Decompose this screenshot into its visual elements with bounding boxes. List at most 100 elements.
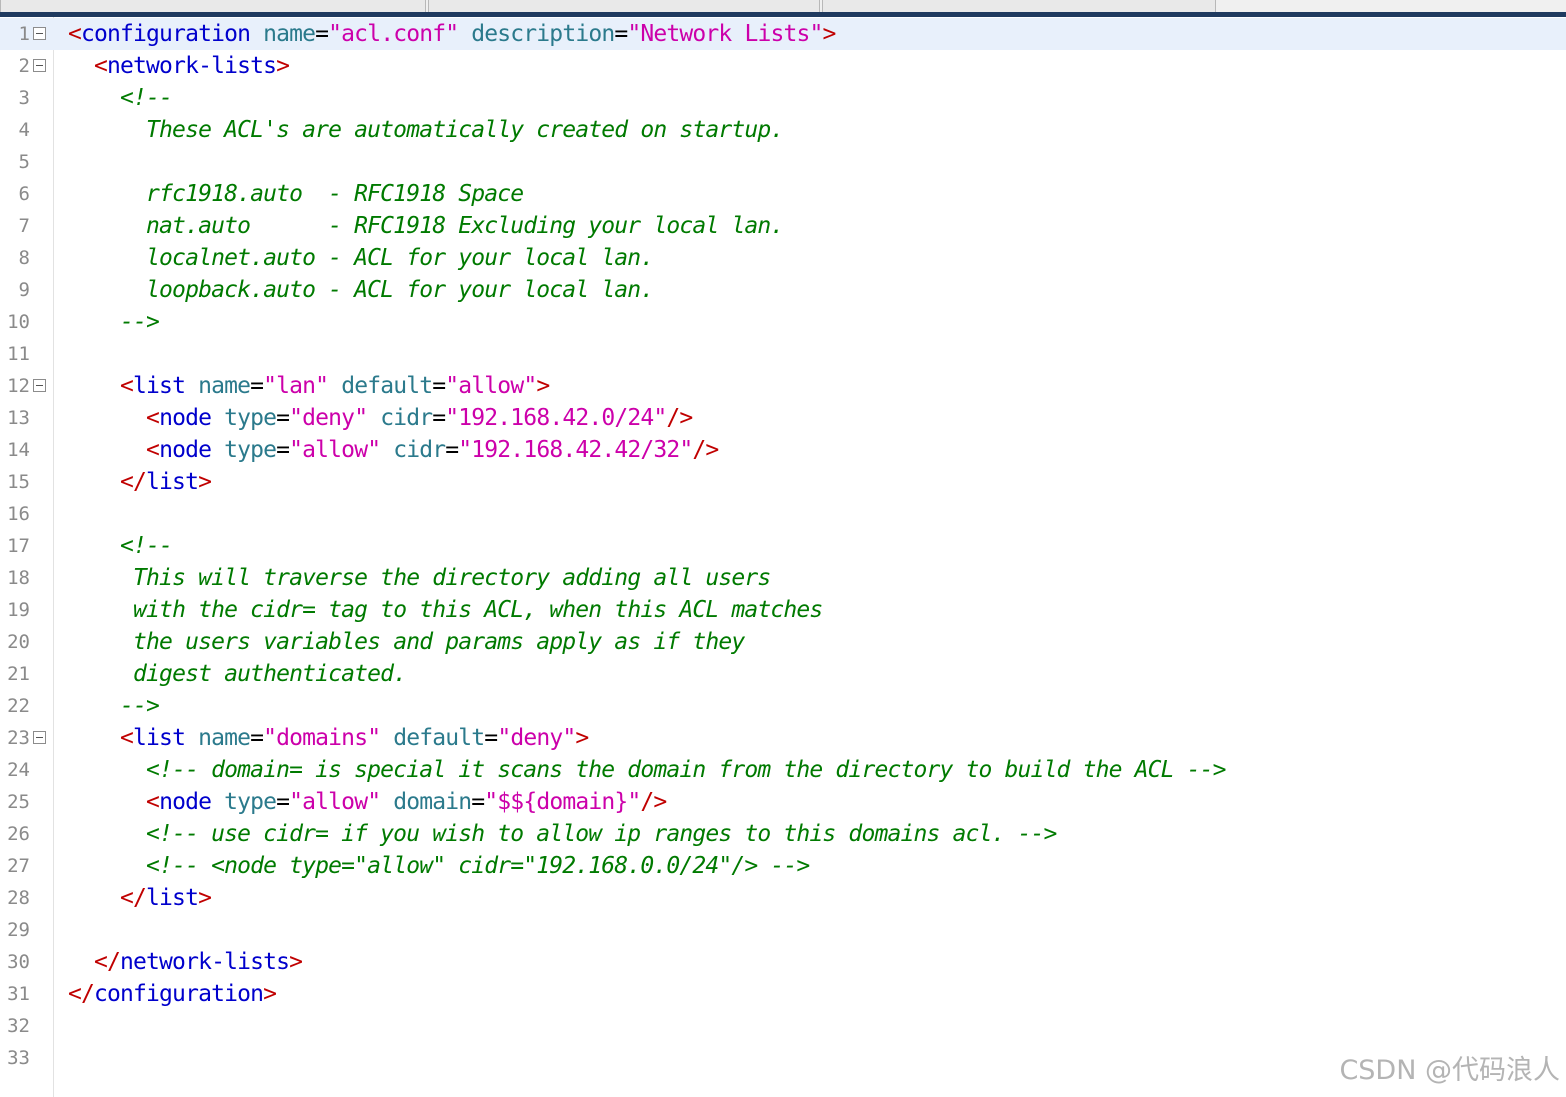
code-text: </network-lists> xyxy=(68,946,303,978)
editor-tab[interactable] xyxy=(822,0,1216,12)
attribute-value: "lan" xyxy=(263,373,329,399)
tag-bracket: < xyxy=(94,53,108,79)
code-line[interactable]: 29 xyxy=(0,914,1566,946)
equals-sign: = xyxy=(432,373,446,399)
line-number: 25 xyxy=(7,791,30,813)
tag-name: list xyxy=(133,725,186,751)
code-text: digest authenticated. xyxy=(68,658,407,690)
tag-bracket: < xyxy=(68,21,82,47)
fold-collapse-icon[interactable] xyxy=(33,59,46,72)
fold-collapse-icon[interactable] xyxy=(33,27,46,40)
code-line[interactable]: 14 <node type="allow" cidr="192.168.42.4… xyxy=(0,434,1566,466)
code-line[interactable]: 5 xyxy=(0,146,1566,178)
code-line[interactable]: 15 </list> xyxy=(0,466,1566,498)
code-text: <!-- xyxy=(68,530,173,562)
code-line[interactable]: 16 xyxy=(0,498,1566,530)
line-number: 8 xyxy=(18,247,30,269)
tag-bracket: < xyxy=(120,725,134,751)
editor-tab[interactable] xyxy=(0,0,426,12)
code-text: <!-- <node type="allow" cidr="192.168.0.… xyxy=(68,850,810,882)
code-line[interactable]: 23 <list name="domains" default="deny"> xyxy=(0,722,1566,754)
code-line[interactable]: 27 <!-- <node type="allow" cidr="192.168… xyxy=(0,850,1566,882)
attribute-value: "allow" xyxy=(289,789,381,815)
code-text: <configuration name="acl.conf" descripti… xyxy=(68,18,836,50)
code-line[interactable]: 25 <node type="allow" domain="$${domain}… xyxy=(0,786,1566,818)
tag-bracket: </ xyxy=(68,981,95,1007)
code-line[interactable]: 3 <!-- xyxy=(0,82,1566,114)
code-line[interactable]: 22 --> xyxy=(0,690,1566,722)
equals-sign: = xyxy=(276,789,290,815)
code-line[interactable]: 30 </network-lists> xyxy=(0,946,1566,978)
editor-tab[interactable] xyxy=(428,0,820,12)
line-number: 31 xyxy=(7,983,30,1005)
line-number: 17 xyxy=(7,535,30,557)
code-line[interactable]: 17 <!-- xyxy=(0,530,1566,562)
code-line[interactable]: 8 localnet.auto - ACL for your local lan… xyxy=(0,242,1566,274)
comment: <!-- use cidr= if you wish to allow ip r… xyxy=(146,821,1057,847)
tag-name: node xyxy=(159,437,212,463)
comment: rfc1918.auto - RFC1918 Space xyxy=(146,181,524,207)
tag-name: node xyxy=(159,789,212,815)
attribute-value: "domains" xyxy=(263,725,381,751)
code-text: localnet.auto - ACL for your local lan. xyxy=(68,242,654,274)
code-line[interactable]: 26 <!-- use cidr= if you wish to allow i… xyxy=(0,818,1566,850)
code-line[interactable]: 18 This will traverse the directory addi… xyxy=(0,562,1566,594)
code-line[interactable]: 6 rfc1918.auto - RFC1918 Space xyxy=(0,178,1566,210)
tag-name: network-lists xyxy=(120,949,290,975)
code-text: nat.auto - RFC1918 Excluding your local … xyxy=(68,210,784,242)
code-line[interactable]: 31 </configuration> xyxy=(0,978,1566,1010)
line-number: 6 xyxy=(18,183,30,205)
equals-sign: = xyxy=(432,405,446,431)
code-line[interactable]: 9 loopback.auto - ACL for your local lan… xyxy=(0,274,1566,306)
tag-bracket: < xyxy=(120,373,134,399)
code-line[interactable]: 19 with the cidr= tag to this ACL, when … xyxy=(0,594,1566,626)
fold-collapse-icon[interactable] xyxy=(33,379,46,392)
code-line[interactable]: 21 digest authenticated. xyxy=(0,658,1566,690)
line-number: 19 xyxy=(7,599,30,621)
line-number: 27 xyxy=(7,855,30,877)
attribute-value: "192.168.42.0/24" xyxy=(445,405,667,431)
code-line[interactable]: 24 <!-- domain= is special it scans the … xyxy=(0,754,1566,786)
code-line[interactable]: 7 nat.auto - RFC1918 Excluding your loca… xyxy=(0,210,1566,242)
line-number: 24 xyxy=(7,759,30,781)
code-line[interactable]: 12 <list name="lan" default="allow"> xyxy=(0,370,1566,402)
tag-name: list xyxy=(146,469,199,495)
code-line[interactable]: 32 xyxy=(0,1010,1566,1042)
comment: These ACL's are automatically created on… xyxy=(146,117,784,143)
equals-sign: = xyxy=(445,437,459,463)
active-tab-underline xyxy=(0,12,1566,17)
code-line[interactable]: 4 These ACL's are automatically created … xyxy=(0,114,1566,146)
code-text: rfc1918.auto - RFC1918 Space xyxy=(68,178,524,210)
code-line[interactable]: 13 <node type="deny" cidr="192.168.42.0/… xyxy=(0,402,1566,434)
code-line[interactable]: 1 <configuration name="acl.conf" descript… xyxy=(0,18,1566,50)
equals-sign: = xyxy=(614,21,628,47)
fold-collapse-icon[interactable] xyxy=(33,731,46,744)
code-line[interactable]: 2 <network-lists> xyxy=(0,50,1566,82)
attribute-value: "deny" xyxy=(497,725,576,751)
code-line[interactable]: 10 --> xyxy=(0,306,1566,338)
comment: localnet.auto - ACL for your local lan. xyxy=(146,245,654,271)
attribute-name: name xyxy=(198,725,251,751)
code-line[interactable]: 33 xyxy=(0,1042,1566,1074)
line-number: 10 xyxy=(7,311,30,333)
attribute-value: "$${domain}" xyxy=(484,789,641,815)
attribute-value: "acl.conf" xyxy=(328,21,459,47)
code-text: loopback.auto - ACL for your local lan. xyxy=(68,274,654,306)
code-line[interactable]: 28 </list> xyxy=(0,882,1566,914)
code-line[interactable]: 11 xyxy=(0,338,1566,370)
code-line[interactable]: 20 the users variables and params apply … xyxy=(0,626,1566,658)
attribute-value: "allow" xyxy=(289,437,381,463)
